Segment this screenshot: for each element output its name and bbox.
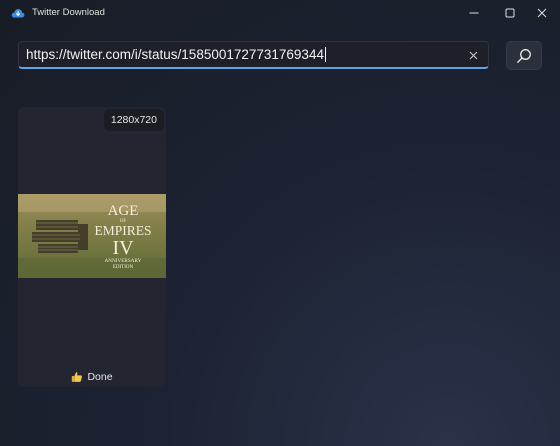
status-label: Done xyxy=(87,371,113,383)
url-input[interactable]: https://twitter.com/i/status/15850017277… xyxy=(18,41,489,69)
resolution-badge: 1280x720 xyxy=(103,109,164,131)
thumbnail-logo-edition: EDITION xyxy=(113,265,134,270)
thumbnail-logo-empires: EMPIRES xyxy=(94,223,151,238)
title-bar[interactable]: Twitter Download xyxy=(0,0,560,26)
close-button[interactable] xyxy=(523,0,560,26)
thumbnail-logo-anniversary: ANNIVERSARY xyxy=(105,258,142,264)
search-button[interactable] xyxy=(506,41,542,70)
thumbs-up-icon xyxy=(72,372,83,382)
close-icon xyxy=(537,8,546,18)
search-icon xyxy=(517,48,531,63)
video-thumbnail[interactable]: AGE OF EMPIRES IV ANNIVERSARY EDITION xyxy=(18,194,166,278)
minimize-icon xyxy=(469,12,478,14)
minimize-button[interactable] xyxy=(455,0,492,26)
text-caret xyxy=(324,47,326,62)
download-status: Done xyxy=(18,369,166,385)
media-result-card[interactable]: 1280x720 AGE OF EMPIRES IV ANNIVERSARY E… xyxy=(18,107,166,387)
clear-input-button[interactable] xyxy=(464,46,482,64)
thumbnail-logo-age: AGE xyxy=(108,203,139,219)
url-input-text[interactable]: https://twitter.com/i/status/15850017277… xyxy=(26,47,326,62)
clear-x-icon xyxy=(469,51,477,59)
maximize-icon xyxy=(505,8,514,18)
thumbnail-logo-iv: IV xyxy=(112,237,134,259)
app-cloud-download-icon xyxy=(11,9,25,18)
window-title: Twitter Download xyxy=(32,7,105,18)
